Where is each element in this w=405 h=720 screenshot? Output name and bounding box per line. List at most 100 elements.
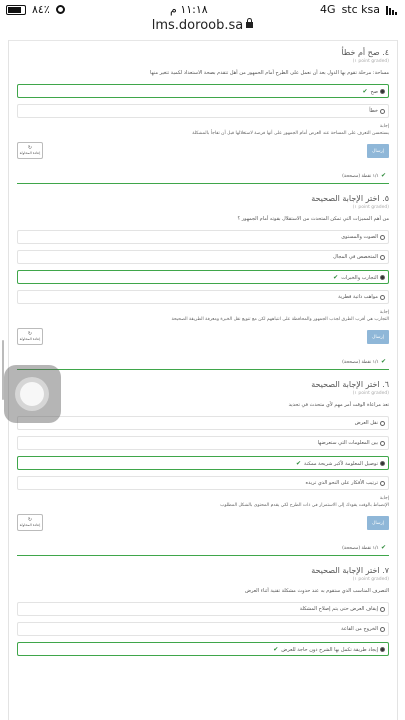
carrier-name: stc ksa: [341, 3, 380, 16]
option-1[interactable]: إيقاف العرض حتى يتم إصلاح المشكلة: [17, 602, 389, 616]
score-text: ١/١ نقطة (مصححة): [342, 174, 379, 179]
option-label: الصوت والمستوى: [341, 234, 378, 240]
options-list: الصوت والمستوى المتخصص في المجال التجارب…: [17, 230, 389, 304]
question-points: (point graded ١): [352, 577, 389, 582]
check-icon: ✔: [333, 274, 339, 281]
question-5: ٥. اختر الإجابة الصحيحة (point graded ١)…: [9, 194, 397, 376]
option-2[interactable]: المتخصص في المجال: [17, 250, 389, 264]
option-label: خطأ: [369, 108, 378, 114]
status-bar: ٨٤٪ ١١:١٨ م stc ksa 4G: [0, 0, 405, 20]
radio-button[interactable]: [380, 295, 385, 300]
radio-button[interactable]: [380, 275, 385, 280]
question-text: مساحة: مرحلة تقوم بها الدول بعد أن نعمل …: [149, 70, 389, 76]
assistive-touch-core: [20, 382, 44, 406]
answer-heading: إجابة: [379, 124, 389, 129]
question-title: ٥. اختر الإجابة الصحيحة: [311, 194, 389, 203]
clock: ١١:١٨ م: [170, 3, 208, 16]
radio-button[interactable]: [380, 109, 385, 114]
status-right-group: stc ksa 4G: [320, 3, 397, 16]
retry-button[interactable]: ↻ إعادة المحاولة: [17, 328, 43, 345]
option-3[interactable]: توصيل المعلومة لأكبر شريحة ممكنة✔: [17, 456, 389, 470]
option-true[interactable]: صح✔: [17, 84, 389, 98]
option-label: مواهب ذاتية فطرية: [338, 294, 378, 300]
option-label: توصيل المعلومة لأكبر شريحة ممكنة: [304, 461, 378, 467]
check-icon: ✔: [362, 88, 368, 95]
option-2[interactable]: الخروج من القاعة: [17, 622, 389, 636]
quiz-page: ٤. صح أم خطأ (point graded ١) مساحة: مرح…: [8, 40, 398, 720]
check-icon: ✔: [380, 544, 386, 551]
question-points: (point graded ١): [352, 391, 389, 396]
score-text: ١/١ نقطة (مصححة): [342, 546, 379, 551]
lock-icon: [246, 18, 254, 28]
question-actions: إرسال ↻ إعادة المحاولة: [17, 328, 389, 350]
submit-button[interactable]: إرسال: [367, 144, 389, 158]
question-points: (point graded ١): [352, 59, 389, 64]
option-label: التجارب والخبرات: [341, 275, 378, 281]
option-3[interactable]: إيجاد طريقة تكمل بها الشرح دون حاجة للعر…: [17, 642, 389, 656]
options-list: إيقاف العرض حتى يتم إصلاح المشكلة الخروج…: [17, 602, 389, 656]
option-2[interactable]: بين المعلومات التي ستعرضها: [17, 436, 389, 450]
option-label: ترتيب الأفكار على النحو الذي تريده: [305, 480, 378, 486]
battery-percent: ٨٤٪: [32, 3, 50, 16]
check-icon: ✔: [380, 358, 386, 365]
question-title: ٤. صح أم خطأ: [341, 48, 389, 57]
options-list: نقل العرض بين المعلومات التي ستعرضها توص…: [17, 416, 389, 490]
question-6: ٦. اختر الإجابة الصحيحة (point graded ١)…: [9, 380, 397, 562]
submit-button[interactable]: إرسال: [367, 330, 389, 344]
answer-explanation: التجارب هي أقرب الطرق لجذب الجمهور والمح…: [171, 317, 389, 322]
score-result: ✔١/١ نقطة (مصححة): [17, 544, 389, 556]
option-1[interactable]: نقل العرض: [17, 416, 389, 430]
battery-icon: [6, 4, 26, 15]
option-4[interactable]: ترتيب الأفكار على النحو الذي تريده: [17, 476, 389, 490]
retry-label: إعادة المحاولة: [19, 337, 41, 341]
option-1[interactable]: الصوت والمستوى: [17, 230, 389, 244]
question-7: ٧. اختر الإجابة الصحيحة (point graded ١)…: [9, 566, 397, 668]
status-left-group: ٨٤٪: [6, 3, 65, 16]
option-label: المتخصص في المجال: [333, 254, 378, 260]
question-points: (point graded ١): [352, 205, 389, 210]
radio-button[interactable]: [380, 607, 385, 612]
retry-button[interactable]: ↻ إعادة المحاولة: [17, 142, 43, 159]
answer-explanation: يستحسن التعرف على المساحة عند العرض أمام…: [192, 131, 389, 136]
option-false[interactable]: خطأ: [17, 104, 389, 118]
option-label: الخروج من القاعة: [341, 626, 378, 632]
url-text: lms.doroob.sa: [151, 18, 244, 33]
radio-button[interactable]: [380, 235, 385, 240]
network-type: 4G: [320, 3, 336, 16]
option-label: إيجاد طريقة تكمل بها الشرح دون حاجة للعر…: [281, 647, 378, 653]
option-3[interactable]: التجارب والخبرات✔: [17, 270, 389, 284]
radio-button[interactable]: [380, 461, 385, 466]
submit-button[interactable]: إرسال: [367, 516, 389, 530]
radio-button[interactable]: [380, 481, 385, 486]
question-title: ٦. اختر الإجابة الصحيحة: [311, 380, 389, 389]
radio-button[interactable]: [380, 441, 385, 446]
radio-button[interactable]: [380, 627, 385, 632]
question-actions: إرسال ↻ إعادة المحاولة: [17, 514, 389, 536]
option-label: نقل العرض: [354, 420, 378, 426]
question-actions: إرسال ↻ إعادة المحاولة: [17, 142, 389, 164]
score-text: ١/١ نقطة (مصححة): [342, 360, 379, 365]
check-icon: ✔: [273, 646, 279, 653]
radio-button[interactable]: [380, 89, 385, 94]
answer-heading: إجابة: [379, 310, 389, 315]
option-4[interactable]: مواهب ذاتية فطرية: [17, 290, 389, 304]
address-bar[interactable]: lms.doroob.sa: [0, 18, 405, 40]
divider: [9, 40, 397, 44]
retry-button[interactable]: ↻ إعادة المحاولة: [17, 514, 43, 531]
radio-button[interactable]: [380, 647, 385, 652]
answer-explanation: الإنضباط بالوقت يقودك إلى الاستمرار في ذ…: [220, 503, 389, 508]
answer-heading: إجابة: [379, 496, 389, 501]
orientation-lock-icon: [55, 5, 65, 14]
check-icon: ✔: [380, 172, 386, 179]
question-text: من أهم المميزات التي تمكن المتحدث من الا…: [237, 216, 389, 222]
radio-button[interactable]: [380, 421, 385, 426]
score-result: ✔١/١ نقطة (مصححة): [17, 358, 389, 370]
assistive-touch-button[interactable]: [4, 365, 61, 423]
signal-icon: [386, 5, 397, 15]
option-label: بين المعلومات التي ستعرضها: [317, 440, 378, 446]
check-icon: ✔: [296, 460, 302, 467]
question-title: ٧. اختر الإجابة الصحيحة: [311, 566, 389, 575]
retry-label: إعادة المحاولة: [19, 151, 41, 155]
radio-button[interactable]: [380, 255, 385, 260]
option-label: إيقاف العرض حتى يتم إصلاح المشكلة: [299, 606, 378, 612]
